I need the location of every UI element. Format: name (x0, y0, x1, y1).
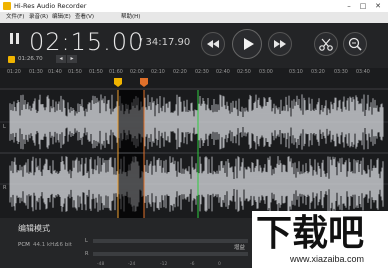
scissors-icon (319, 38, 333, 51)
svg-text:下载吧: 下载吧 (256, 213, 364, 249)
selection-start-handle[interactable] (114, 78, 122, 87)
magnifier-icon (348, 37, 362, 51)
level-meter-left (93, 239, 248, 243)
next-marker-button[interactable]: ▸ (67, 55, 77, 63)
channel-label-left: L (3, 124, 6, 130)
meter-label-left: L (85, 238, 88, 244)
waveform-view[interactable]: L R (0, 90, 388, 218)
play-button[interactable] (232, 29, 262, 59)
meter-scale-label: -24 (128, 262, 136, 267)
meter-label-right: R (85, 251, 89, 257)
selection-end-handle[interactable] (140, 78, 148, 87)
meter-scale-label: 0 (218, 262, 221, 267)
format-label: PCM (18, 242, 30, 248)
pause-button[interactable] (10, 33, 20, 44)
fast-forward-icon (274, 40, 286, 48)
watermark-logo: 下载吧 www.xiazaiba.com (252, 211, 388, 268)
close-button[interactable]: ✕ (373, 1, 383, 11)
title-bar: Hi-Res Audio Recorder – □ ✕ (0, 0, 388, 12)
fast-forward-button[interactable] (268, 32, 292, 56)
menu-view[interactable]: 查看(V) (75, 14, 94, 21)
waveform-canvas[interactable] (0, 90, 388, 218)
watermark-url: www.xiazaiba.com (290, 254, 365, 264)
gain-label: 增益 (234, 245, 246, 251)
meter-scale-label: -6 (190, 262, 195, 267)
rewind-icon (207, 40, 219, 48)
app-icon (3, 2, 11, 10)
marker-icon (8, 56, 15, 63)
current-time-display: 02:15.00 (29, 28, 145, 56)
menu-record[interactable]: 录音(R) (29, 14, 48, 21)
prev-marker-button[interactable]: ◂ (56, 55, 66, 63)
cut-button[interactable] (314, 32, 338, 56)
transport-toolbar: 02:15.00 / 34:17.90 01:26.70 ◂ ▸ (0, 23, 388, 68)
ruler-markers (0, 78, 388, 90)
menu-bar: 文件(F) 录音(R) 编辑(E) 查看(V) 帮助(H) (0, 12, 388, 23)
bit-depth-label: 16 bit (56, 242, 72, 248)
marker-time: 01:26.70 (18, 56, 43, 62)
edit-mode-title: 编辑模式 (18, 224, 50, 233)
play-icon (244, 38, 254, 50)
meter-scale-label: -12 (160, 262, 168, 267)
minimize-button[interactable]: – (344, 1, 354, 11)
total-time-display: / 34:17.90 (139, 37, 191, 48)
channel-label-right: R (3, 185, 7, 191)
level-meter-right (93, 252, 248, 256)
pause-icon (10, 33, 13, 44)
meter-scale-label: -48 (97, 262, 105, 267)
menu-edit[interactable]: 编辑(E) (52, 14, 71, 21)
menu-help[interactable]: 帮助(H) (121, 14, 140, 21)
rewind-button[interactable] (201, 32, 225, 56)
maximize-button[interactable]: □ (358, 1, 368, 11)
xiazaiba-logo-icon: 下载吧 (256, 213, 364, 249)
zoom-button[interactable] (343, 32, 367, 56)
menu-file[interactable]: 文件(F) (6, 14, 24, 21)
window-title: Hi-Res Audio Recorder (14, 2, 87, 10)
sample-rate-label: 44.1 kHz (33, 242, 58, 248)
timeline-ruler[interactable]: 01:20 01:30 01:40 01:50 01:50 01:60 02:0… (0, 68, 388, 90)
